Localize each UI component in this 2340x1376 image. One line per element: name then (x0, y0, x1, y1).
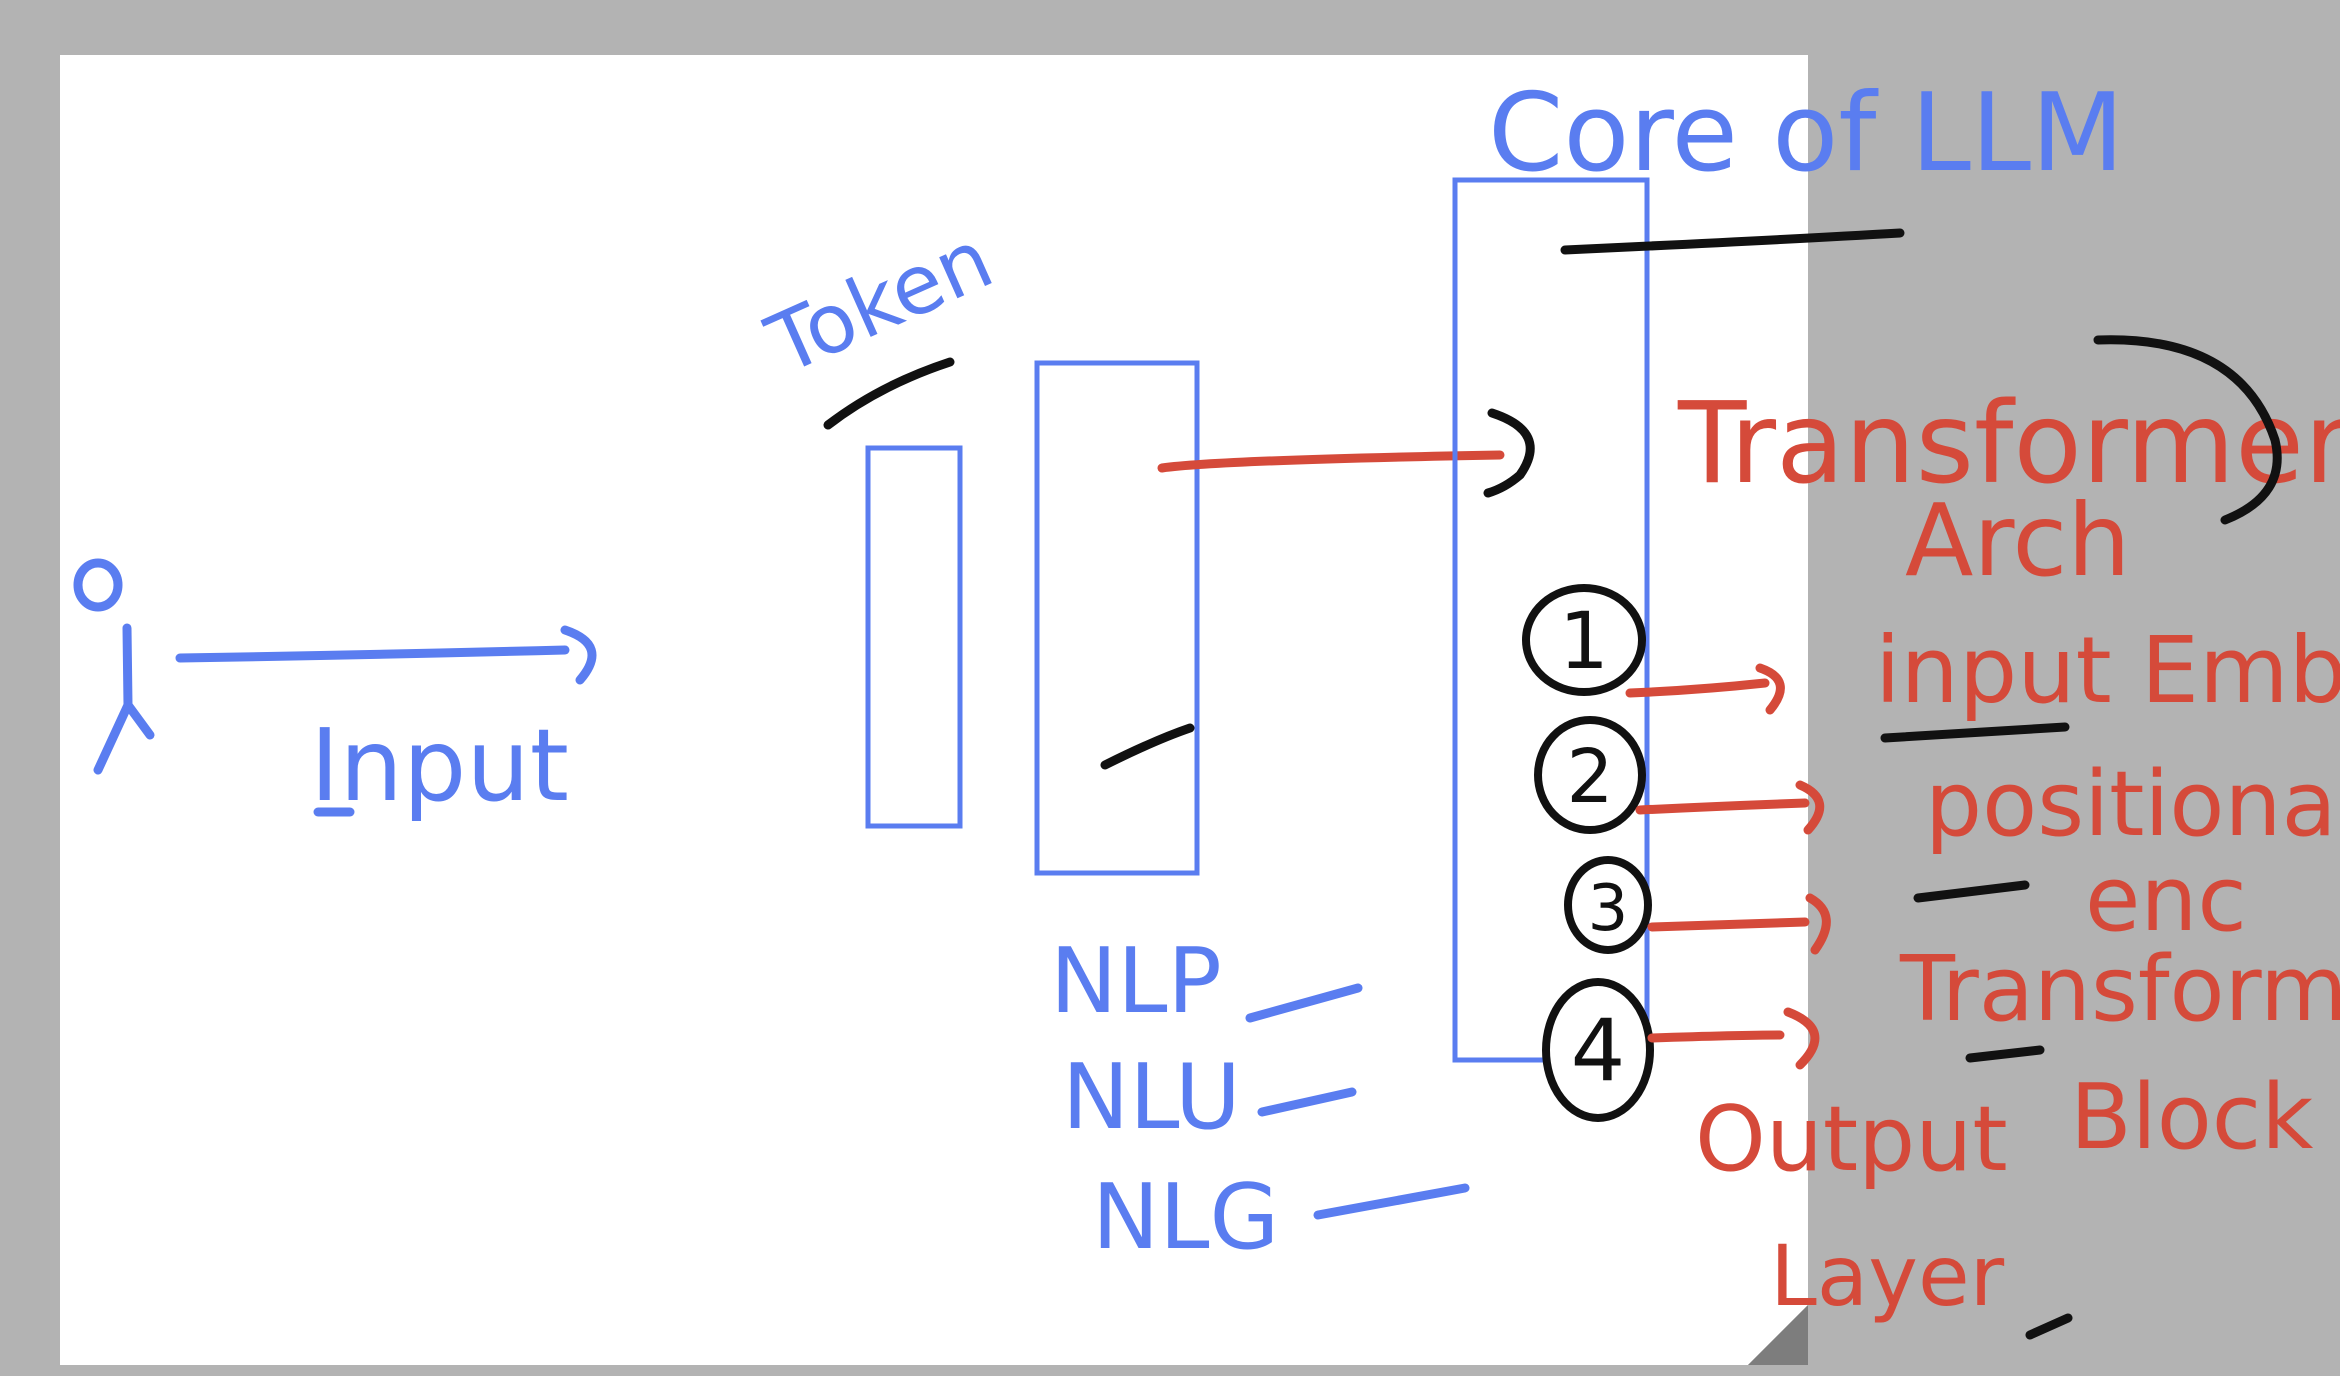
step-4-dash (1965, 1045, 2045, 1063)
layer-label: Layer (1770, 1227, 2005, 1325)
block-label: Block (2070, 1065, 2313, 1170)
nlu-label: NLU (1062, 1045, 1241, 1150)
step-3-dash (1913, 880, 2030, 903)
step-2-number: 2 (1566, 734, 1613, 820)
layer-dash (2025, 1313, 2073, 1340)
step-4-label: Transformer (1899, 937, 2340, 1042)
input-label: Input (310, 707, 569, 824)
whiteboard-canvas: Input Token NLP NLU NLG Core of LLM Tran… (60, 55, 2340, 1365)
step-2-label: positional (1925, 752, 2340, 857)
step-1-number: 1 (1559, 597, 1609, 687)
nlg-label: NLG (1092, 1165, 1279, 1270)
step-1-underline (1880, 722, 2070, 743)
step-1-label: input Emb (1875, 617, 2340, 724)
core-label: Core of LLM (1488, 71, 2124, 196)
arch-label: Arch (1905, 482, 2131, 599)
nlp-label: NLP (1050, 929, 1222, 1034)
output-label: Output (1695, 1087, 2008, 1192)
step-4-number: 4 (1571, 1001, 1626, 1101)
step-3-number: 3 (1588, 872, 1629, 946)
